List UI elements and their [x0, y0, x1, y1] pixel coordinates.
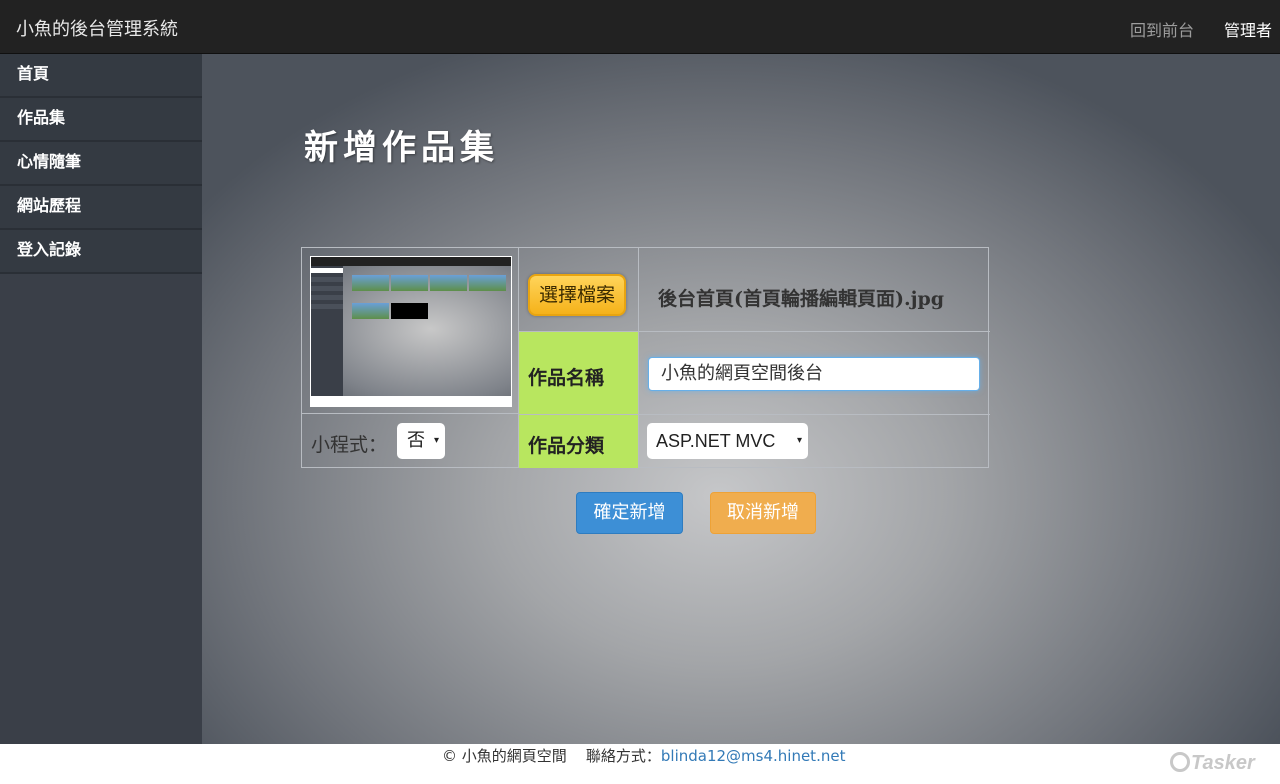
work-name-input[interactable]: 小魚的網頁空間後台	[648, 357, 980, 391]
program-cell: 小程式： 否 ▾	[302, 414, 519, 468]
category-select[interactable]: ASP.NET MVC ▾	[647, 423, 808, 459]
sidebar: 首頁 作品集 心情隨筆 網站歷程 登入記錄	[0, 54, 202, 744]
file-button-cell: 選擇檔案	[519, 248, 639, 332]
program-select-value: 否	[407, 430, 425, 451]
program-label: 小程式：	[311, 434, 388, 456]
thumbnail-photo	[469, 275, 506, 291]
thumbnail-photo	[391, 303, 428, 319]
thumbnail-sidebar-item	[311, 304, 343, 309]
selected-file-name: 後台首頁(首頁輪播編輯頁面).jpg	[658, 288, 945, 310]
sidebar-item-portfolio[interactable]: 作品集	[0, 98, 202, 142]
category-label-cell: 作品分類	[519, 415, 639, 468]
preview-thumbnail	[310, 256, 512, 407]
thumbnail-sidebar	[311, 266, 343, 401]
category-label: 作品分類	[528, 435, 605, 457]
nav-link-admin[interactable]: 管理者	[1224, 17, 1272, 41]
file-name-cell: 後台首頁(首頁輪播編輯頁面).jpg	[639, 248, 990, 332]
sidebar-item-journal[interactable]: 心情隨筆	[0, 142, 202, 186]
thumbnail-sidebar-item	[311, 295, 343, 300]
footer-contact-label: 聯絡方式：	[585, 747, 661, 765]
footer-email-link[interactable]: blinda12@ms4.hinet.net	[661, 747, 846, 765]
thumbnail-sidebar-item	[311, 268, 343, 273]
footer-text: © 小魚的網頁空間 聯絡方式：blinda12@ms4.hinet.net	[442, 745, 845, 766]
program-select[interactable]: 否 ▾	[397, 423, 445, 459]
thumbnail-sidebar-item	[311, 286, 343, 291]
category-select-value: ASP.NET MVC	[656, 431, 776, 451]
category-select-cell: ASP.NET MVC ▾	[639, 415, 990, 468]
footer: © 小魚的網頁空間 聯絡方式：blinda12@ms4.hinet.net Ta…	[0, 744, 1280, 784]
sidebar-item-history[interactable]: 網站歷程	[0, 186, 202, 230]
thumbnail-topbar	[311, 257, 511, 266]
preview-thumbnail-image	[311, 257, 511, 401]
confirm-add-button[interactable]: 確定新增	[576, 492, 683, 534]
main-content: 新增作品集 選擇檔案 後台首頁(首頁輪播編輯頁面).jpg 作品名稱 小魚的網頁…	[202, 54, 1280, 744]
work-name-label: 作品名稱	[528, 367, 605, 389]
portfolio-form-table: 選擇檔案 後台首頁(首頁輪播編輯頁面).jpg 作品名稱 小魚的網頁空間後台 小…	[301, 247, 990, 468]
thumbnail-photo	[352, 303, 389, 319]
thumbnail-photo	[352, 275, 389, 291]
tasker-watermark: Tasker	[1170, 752, 1255, 775]
tasker-logo-icon	[1170, 752, 1190, 772]
chevron-down-icon: ▾	[796, 435, 802, 446]
footer-copyright: © 小魚的網頁空間	[442, 747, 567, 765]
cancel-add-button[interactable]: 取消新增	[710, 492, 816, 534]
watermark-text: Tasker	[1191, 752, 1255, 774]
work-name-label-cell: 作品名稱	[519, 332, 639, 415]
thumbnail-sidebar-item	[311, 277, 343, 282]
page-title: 新增作品集	[304, 128, 499, 168]
nav-link-front[interactable]: 回到前台	[1130, 17, 1194, 41]
brand-title[interactable]: 小魚的後台管理系統	[16, 15, 178, 41]
sidebar-item-home[interactable]: 首頁	[0, 54, 202, 98]
choose-file-button[interactable]: 選擇檔案	[528, 274, 626, 316]
chevron-down-icon: ▾	[433, 435, 439, 446]
sidebar-item-login-log[interactable]: 登入記錄	[0, 230, 202, 274]
thumbnail-photo	[391, 275, 428, 291]
work-name-input-cell: 小魚的網頁空間後台	[639, 332, 990, 415]
thumbnail-photo	[430, 275, 467, 291]
thumbnail-cell	[302, 248, 519, 414]
top-navbar: 小魚的後台管理系統 回到前台 管理者	[0, 0, 1280, 54]
thumbnail-footer	[311, 396, 511, 401]
